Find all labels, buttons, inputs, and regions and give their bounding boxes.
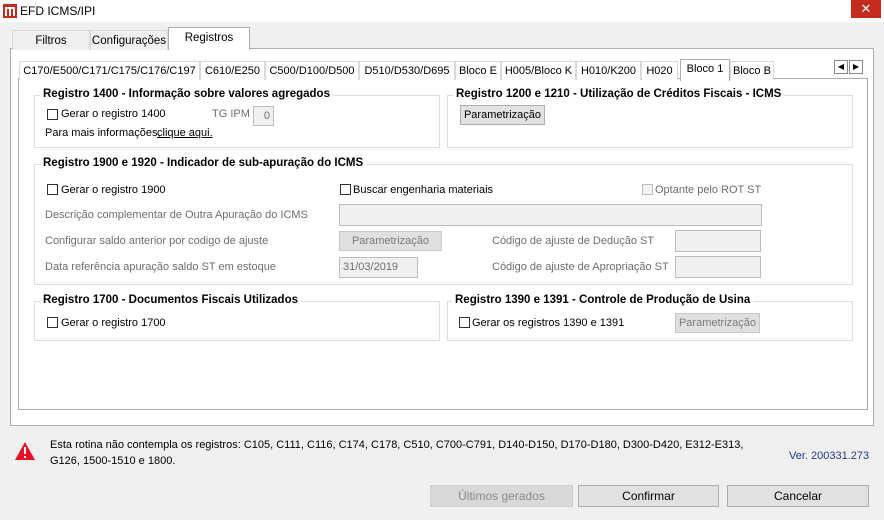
clique-aqui-link[interactable]: clique aqui. <box>157 127 213 139</box>
subtab-h020[interactable]: H020 <box>641 61 678 80</box>
saldo-anterior-label: Configurar saldo anterior por codigo de … <box>45 235 269 247</box>
gerar-1400-label: Gerar o registro 1400 <box>61 108 166 120</box>
gerar-1900-label: Gerar o registro 1900 <box>61 184 166 196</box>
info-text: Para mais informações, <box>45 127 161 139</box>
subtab-h010[interactable]: H010/K200 <box>576 61 641 80</box>
cancelar-button[interactable]: Cancelar <box>727 485 869 507</box>
subtab-d510[interactable]: D510/D530/D695 <box>359 61 455 80</box>
ajuste-apropriacao-input[interactable] <box>675 256 761 278</box>
warning-line-2: G126, 1500-1510 e 1800. <box>50 455 176 467</box>
warning-icon <box>14 441 36 461</box>
close-button[interactable]: ✕ <box>851 0 881 18</box>
data-referencia-label: Data referência apuração saldo ST em est… <box>45 261 276 273</box>
subtab-bloco-b[interactable]: Bloco B <box>730 61 774 80</box>
ajuste-apropriacao-label: Código de ajuste de Apropriação ST <box>492 261 669 273</box>
subtab-bloco-e[interactable]: Bloco E <box>455 61 501 80</box>
parametrizacao-1390-button[interactable]: Parametrização <box>675 313 760 333</box>
ajuste-deducao-input[interactable] <box>675 230 761 252</box>
tg-ipm-label: TG IPM <box>212 108 250 120</box>
subtab-c500[interactable]: C500/D100/D500 <box>265 61 359 80</box>
tab-filtros[interactable]: Filtros <box>12 30 90 50</box>
scroll-left-icon[interactable]: ◀ <box>834 60 848 74</box>
subtab-c170[interactable]: C170/E500/C171/C175/C176/C197 <box>19 61 200 80</box>
title-bar <box>0 0 884 22</box>
parametrizacao-saldo-button[interactable]: Parametrização <box>339 231 442 251</box>
group-1400 <box>34 95 440 148</box>
gerar-1700-label: Gerar o registro 1700 <box>61 317 166 329</box>
tg-ipm-input[interactable]: 0 <box>253 106 274 126</box>
confirmar-button[interactable]: Confirmar <box>578 485 719 507</box>
optante-rot-st-checkbox[interactable] <box>642 184 653 195</box>
descricao-complementar-label: Descrição complementar de Outra Apuração… <box>45 209 308 221</box>
gerar-1900-checkbox[interactable] <box>47 184 58 195</box>
app-logo-icon <box>3 3 17 19</box>
data-referencia-input[interactable]: 31/03/2019 <box>339 257 418 278</box>
gerar-1400-checkbox[interactable] <box>47 109 58 120</box>
gerar-1390-checkbox[interactable] <box>459 317 470 328</box>
subtab-bloco-1[interactable]: Bloco 1 <box>680 59 730 81</box>
scroll-right-icon[interactable]: ▶ <box>849 60 863 74</box>
parametrizacao-1200-button[interactable]: Parametrização <box>460 105 545 125</box>
ajuste-deducao-label: Código de ajuste de Dedução ST <box>492 235 655 247</box>
group-1900-title: Registro 1900 e 1920 - Indicador de sub-… <box>40 157 367 169</box>
gerar-1390-label: Gerar os registros 1390 e 1391 <box>472 317 625 329</box>
buscar-engenharia-label: Buscar engenharia materiais <box>353 184 494 196</box>
subtab-c610[interactable]: C610/E250 <box>200 61 265 80</box>
warning-line-1: Esta rotina não contempla os registros: … <box>50 439 744 451</box>
ultimos-gerados-button[interactable]: Últimos gerados <box>430 485 573 507</box>
group-1700-title: Registro 1700 - Documentos Fiscais Utili… <box>40 294 301 306</box>
group-1400-title: Registro 1400 - Informação sobre valores… <box>40 88 333 100</box>
optante-rot-st-label: Optante pelo ROT ST <box>655 184 762 196</box>
gerar-1700-checkbox[interactable] <box>47 317 58 328</box>
subtab-h005[interactable]: H005/Bloco K <box>501 61 576 80</box>
group-1200-title: Registro 1200 e 1210 - Utilização de Cré… <box>453 88 785 100</box>
window-title: EFD ICMS/IPI <box>20 4 96 18</box>
group-1390-title: Registro 1390 e 1391 - Controle de Produ… <box>452 294 754 306</box>
tab-registros[interactable]: Registros <box>168 27 250 50</box>
version-label: Ver. 200331.273 <box>789 450 870 462</box>
buscar-engenharia-checkbox[interactable] <box>340 184 351 195</box>
tab-configuracoes[interactable]: Configurações <box>90 30 168 50</box>
descricao-complementar-input[interactable] <box>339 204 762 226</box>
